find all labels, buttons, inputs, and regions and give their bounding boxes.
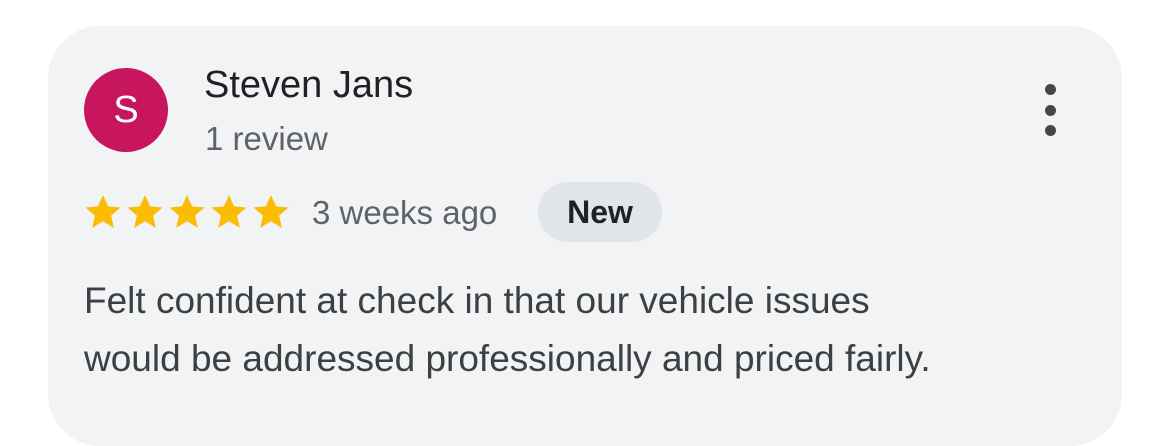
star-icon	[208, 191, 250, 233]
star-rating	[82, 190, 292, 234]
star-icon	[124, 191, 166, 233]
new-badge: New	[538, 182, 662, 242]
review-time: 3 weeks ago	[312, 194, 498, 231]
review-text: Felt confident at check in that our vehi…	[84, 272, 1084, 388]
reviewer-review-count: 1 review	[205, 120, 328, 157]
star-icon	[166, 191, 208, 233]
more-options-button[interactable]	[1030, 80, 1070, 140]
star-icon	[250, 191, 292, 233]
star-icon	[82, 191, 124, 233]
avatar[interactable]: S	[84, 68, 168, 152]
avatar-initial: S	[113, 89, 139, 131]
reviewer-name[interactable]: Steven Jans	[204, 62, 413, 108]
review-text-line: would be addressed professionally and pr…	[84, 338, 931, 379]
more-vert-icon	[1044, 84, 1056, 95]
review-text-line: Felt confident at check in that our vehi…	[84, 280, 870, 321]
